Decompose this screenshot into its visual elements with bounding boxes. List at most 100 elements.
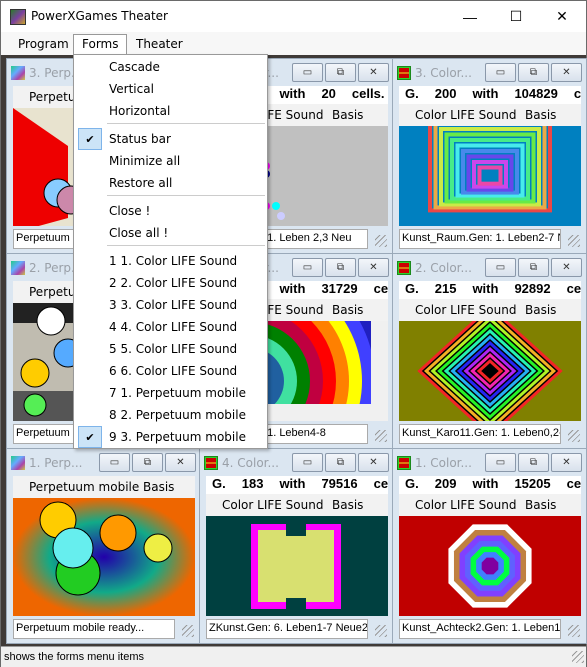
child-title-bar[interactable]: 2. Color... ▭ ⧉ ✕ <box>397 258 582 278</box>
resize-grip[interactable] <box>572 651 584 663</box>
child-minimize-button[interactable]: ▭ <box>485 258 516 277</box>
forms-menu-item[interactable]: 7 1. Perpetuum mobile <box>74 382 267 404</box>
minimize-icon: — <box>463 8 477 25</box>
child-minimize-button[interactable]: ▭ <box>292 453 323 472</box>
child-menu-basis[interactable]: Basis <box>332 303 363 317</box>
resize-grip[interactable] <box>375 430 387 442</box>
child-status: Kunst_Raum.Gen: 1. Leben2-7 N <box>399 229 561 249</box>
stat-value: G. <box>212 476 226 491</box>
restore-icon: ⧉ <box>336 262 345 273</box>
simulation-canvas[interactable] <box>399 126 581 226</box>
resize-grip[interactable] <box>568 235 580 247</box>
life-grid-icon <box>397 66 411 80</box>
child-restore-button[interactable]: ⧉ <box>325 258 356 277</box>
child-restore-button[interactable]: ⧉ <box>518 258 549 277</box>
forms-menu-item[interactable]: Restore all <box>74 172 267 194</box>
menu-item-label: Vertical <box>109 82 154 96</box>
child-minimize-button[interactable]: ▭ <box>292 63 323 82</box>
forms-dropdown-menu: Cascade Vertical Horizontal ✔ Status bar Mini… <box>73 54 268 449</box>
close-button[interactable]: ✕ <box>539 1 585 32</box>
forms-menu-item[interactable]: 6 6. Color LIFE Sound <box>74 360 267 382</box>
resize-grip[interactable] <box>182 625 194 637</box>
resize-grip[interactable] <box>375 235 387 247</box>
child-window[interactable]: 2. Color... ▭ ⧉ ✕ G. 215 with 92892 cells. C… <box>392 253 587 449</box>
resize-grip[interactable] <box>375 625 387 637</box>
forms-menu-item[interactable]: Vertical <box>74 78 267 100</box>
child-menu-main[interactable]: Color LIFE Sound <box>415 108 516 122</box>
stat-value: 209 <box>434 476 457 491</box>
minimize-button[interactable]: — <box>447 1 493 32</box>
child-menu-basis[interactable]: Basis <box>332 108 363 122</box>
simulation-canvas[interactable] <box>206 516 388 616</box>
child-menu-basis[interactable]: Basis <box>332 498 363 512</box>
minimize-icon: ▭ <box>302 67 313 78</box>
menu-forms[interactable]: Forms <box>73 34 128 56</box>
child-menu-basis[interactable]: Basis <box>525 303 556 317</box>
child-menu-main[interactable]: Color LIFE Sound <box>222 498 323 512</box>
stat-value: 79516 <box>321 476 358 491</box>
perpetuum-icon <box>11 261 25 275</box>
child-minimize-button[interactable]: ▭ <box>292 258 323 277</box>
forms-menu-item[interactable]: Cascade <box>74 56 267 78</box>
child-close-button[interactable]: ✕ <box>358 258 389 277</box>
forms-menu-item[interactable]: Horizontal <box>74 100 267 122</box>
child-menu-main[interactable]: Perpetuum mobile <box>29 480 139 494</box>
child-restore-button[interactable]: ⧉ <box>325 453 356 472</box>
child-window[interactable]: 1. Perp... ▭ ⧉ ✕ Perpetuum mobile Basis … <box>6 448 201 644</box>
menu-item-label: Horizontal <box>109 104 171 118</box>
child-minimize-button[interactable]: ▭ <box>485 453 516 472</box>
simulation-canvas[interactable] <box>399 321 581 421</box>
forms-menu-item[interactable]: 1 1. Color LIFE Sound <box>74 250 267 272</box>
forms-menu-item[interactable]: 8 2. Perpetuum mobile <box>74 404 267 426</box>
stat-value: 15205 <box>514 476 551 491</box>
child-menu-basis[interactable]: Basis <box>143 480 174 494</box>
simulation-canvas[interactable] <box>13 498 195 616</box>
forms-menu-item[interactable]: Close all ! <box>74 222 267 244</box>
title-bar[interactable]: PowerXGames Theater — ☐ ✕ <box>1 1 586 32</box>
forms-menu-item[interactable]: ✔ Status bar <box>74 128 267 150</box>
child-title-bar[interactable]: 4. Color... ▭ ⧉ ✕ <box>204 453 389 473</box>
child-menu-basis[interactable]: Basis <box>525 108 556 122</box>
child-window[interactable]: 4. Color... ▭ ⧉ ✕ G. 183 with 79516 cells. C… <box>199 448 394 644</box>
resize-grip[interactable] <box>568 625 580 637</box>
forms-menu-item[interactable]: 4 4. Color LIFE Sound <box>74 316 267 338</box>
child-window[interactable]: 1. Color... ▭ ⧉ ✕ G. 209 with 15205 cells. C… <box>392 448 587 644</box>
stat-value: 200 <box>434 86 457 101</box>
child-minimize-button[interactable]: ▭ <box>485 63 516 82</box>
app-icon <box>10 9 26 25</box>
child-close-button[interactable]: ✕ <box>551 258 582 277</box>
restore-icon: ⧉ <box>336 457 345 468</box>
menu-theater[interactable]: Theater <box>128 35 191 55</box>
forms-menu-item[interactable]: 2 2. Color LIFE Sound <box>74 272 267 294</box>
child-close-button[interactable]: ✕ <box>551 63 582 82</box>
child-restore-button[interactable]: ⧉ <box>132 453 163 472</box>
child-minimize-button[interactable]: ▭ <box>99 453 130 472</box>
child-window[interactable]: 3. Color... ▭ ⧉ ✕ G.200with104829cells. … <box>392 58 587 254</box>
maximize-button[interactable]: ☐ <box>493 1 539 32</box>
child-restore-button[interactable]: ⧉ <box>518 453 549 472</box>
child-menu-basis[interactable]: Basis <box>525 498 556 512</box>
resize-grip[interactable] <box>568 430 580 442</box>
child-title-bar[interactable]: 1. Color... ▭ ⧉ ✕ <box>397 453 582 473</box>
child-menu-main[interactable]: Color LIFE Sound <box>415 303 516 317</box>
vertical-scrollbar[interactable] <box>371 321 388 421</box>
child-title-bar[interactable]: 3. Color... ▭ ⧉ ✕ <box>397 63 582 83</box>
forms-menu-item[interactable]: Close ! <box>74 200 267 222</box>
child-close-button[interactable]: ✕ <box>358 453 389 472</box>
menu-item-label: 9 3. Perpetuum mobile <box>109 430 246 444</box>
child-close-button[interactable]: ✕ <box>165 453 196 472</box>
perpetuum-icon <box>11 456 25 470</box>
child-close-button[interactable]: ✕ <box>358 63 389 82</box>
simulation-canvas[interactable] <box>399 516 581 616</box>
forms-menu-item[interactable]: 3 3. Color LIFE Sound <box>74 294 267 316</box>
stat-value: with <box>472 86 499 101</box>
forms-menu-item[interactable]: ✔ 9 3. Perpetuum mobile <box>74 426 267 448</box>
child-close-button[interactable]: ✕ <box>551 453 582 472</box>
child-restore-button[interactable]: ⧉ <box>325 63 356 82</box>
forms-menu-item[interactable]: 5 5. Color LIFE Sound <box>74 338 267 360</box>
child-restore-button[interactable]: ⧉ <box>518 63 549 82</box>
child-menu-main[interactable]: Color LIFE Sound <box>415 498 516 512</box>
menu-program[interactable]: Program <box>10 35 77 55</box>
child-title-bar[interactable]: 1. Perp... ▭ ⧉ ✕ <box>11 453 196 473</box>
forms-menu-item[interactable]: Minimize all <box>74 150 267 172</box>
